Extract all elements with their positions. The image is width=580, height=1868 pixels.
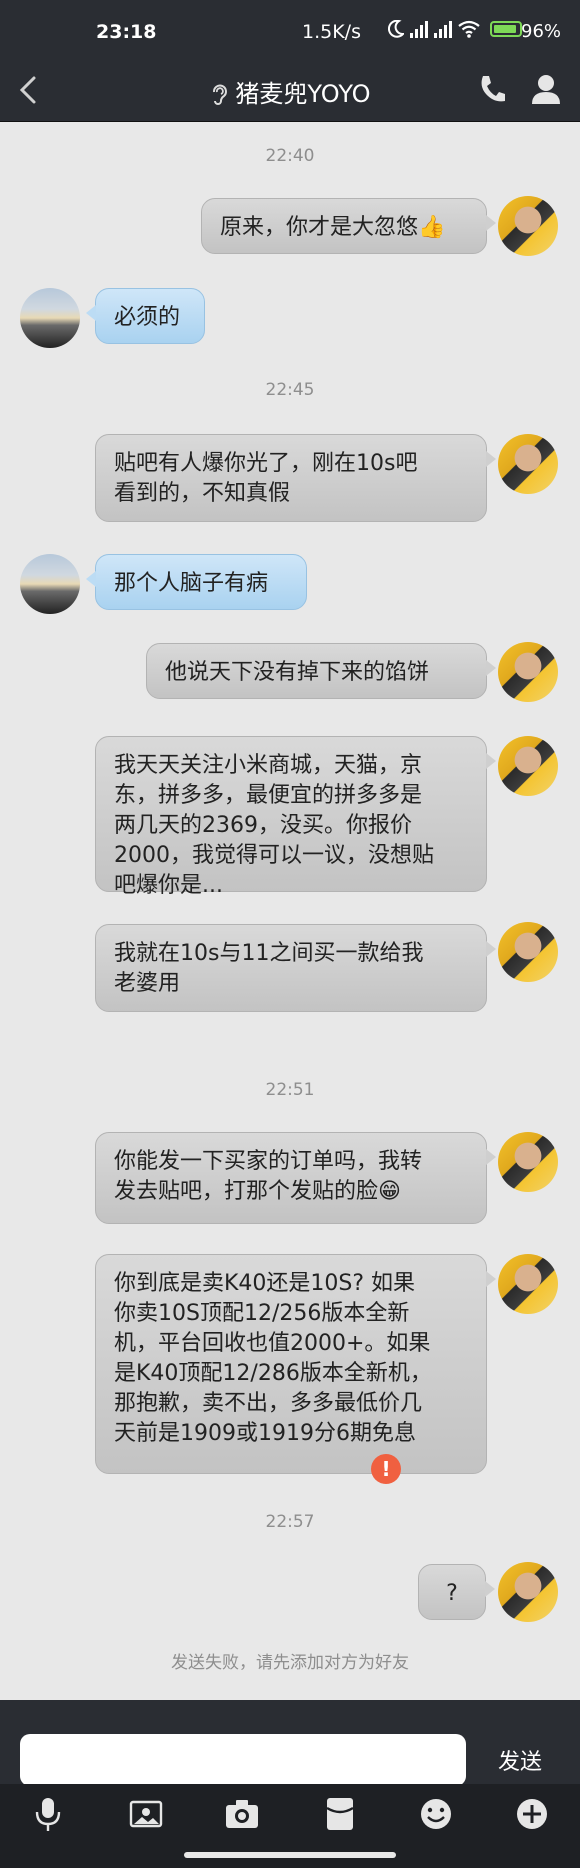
message-line: 2000，我觉得可以一议，没想贴 (114, 843, 434, 868)
message-bubble-me[interactable]: 你能发一下买家的订单吗，我转 发去贴吧，打那个发贴的脸😁 (95, 1132, 496, 1224)
send-button[interactable]: 发送 (476, 1734, 564, 1786)
message-bubble-me-failed[interactable]: ? (418, 1564, 495, 1620)
avatar-me[interactable] (498, 922, 558, 982)
home-indicator[interactable] (184, 1852, 396, 1858)
avatar-me[interactable] (498, 1132, 558, 1192)
phone-icon[interactable] (474, 70, 510, 108)
avatar-me[interactable] (498, 736, 558, 796)
thumbs-up-emoji: 👍 (418, 215, 446, 240)
message-bubble-me[interactable]: 贴吧有人爆你光了，刚在10s吧 看到的，不知真假 (95, 434, 496, 522)
plus-icon[interactable] (512, 1794, 552, 1834)
message-text: 他说天下没有掉下来的馅饼 (165, 660, 430, 685)
message-line: 那抱歉，卖不出，多多最低价几 (114, 1391, 423, 1416)
status-icons (388, 20, 522, 38)
message-text: 原来，你才是大忽悠 (220, 215, 419, 240)
avatar-contact[interactable] (20, 288, 80, 348)
status-time: 23:18 (96, 21, 157, 43)
message-line: 你卖10S顶配12/256版本全新 (114, 1301, 410, 1326)
message-bubble-me[interactable]: 你到底是卖K40还是10S? 如果 你卖10S顶配12/256版本全新 机，平台… (95, 1254, 496, 1474)
timestamp: 22:51 (265, 1080, 315, 1100)
message-line: 天前是1909或1919分6期免息 (114, 1421, 416, 1446)
grin-emoji: 😁 (378, 1179, 401, 1204)
message-text: 必须的 (114, 305, 181, 330)
signal-hd-icon (434, 20, 452, 38)
signal-hd-icon (410, 20, 428, 38)
person-icon[interactable] (528, 70, 564, 108)
message-bubble-me[interactable]: 原来，你才是大忽悠👍 (201, 198, 496, 254)
message-line: 你能发一下买家的订单吗，我转 (114, 1149, 423, 1174)
message-line: 你到底是卖K40还是10S? 如果 (114, 1271, 416, 1296)
message-line: 机，平台回收也值2000+。如果 (114, 1331, 431, 1356)
message-list[interactable]: 22:40 原来，你才是大忽悠👍 必须的 22:45 贴吧有人爆你光了，刚在10… (0, 122, 580, 1700)
avatar-me[interactable] (498, 1254, 558, 1314)
send-failed-icon[interactable]: ! (371, 1454, 401, 1484)
message-line: 两几天的2369，没买。你报价 (114, 813, 412, 838)
message-line: 发去贴吧，打那个发贴的脸 (114, 1179, 379, 1204)
emoji-icon[interactable] (416, 1794, 456, 1834)
message-bubble-contact[interactable]: 必须的 (86, 288, 205, 344)
timestamp: 22:45 (265, 380, 315, 400)
input-bar: 发送 (0, 1700, 580, 1786)
ear-icon[interactable] (209, 82, 229, 106)
avatar-me[interactable] (498, 196, 558, 256)
message-line: 看到的，不知真假 (114, 481, 291, 506)
message-line: 我天天关注小米商城，天猫，京 (114, 753, 423, 778)
battery-percent: 96% (521, 21, 562, 42)
red-packet-icon[interactable] (320, 1794, 360, 1834)
message-line: 东，拼多多，最便宜的拼多多是 (114, 783, 423, 808)
message-bubble-me[interactable]: 我天天关注小米商城，天猫，京 东，拼多多，最便宜的拼多多是 两几天的2369，没… (95, 736, 496, 898)
message-input[interactable] (20, 1734, 466, 1786)
timestamp: 22:40 (265, 146, 315, 166)
chat-header: 猪麦兜YOYO (0, 56, 580, 122)
battery-charging-icon (490, 21, 522, 37)
avatar-contact[interactable] (20, 554, 80, 614)
message-line: 吧爆你是... (114, 873, 223, 898)
status-bar: 23:18 1.5K/s 96% (0, 0, 580, 56)
message-text: ? (446, 1581, 458, 1606)
network-speed: 1.5K/s (302, 21, 361, 43)
timestamp: 22:57 (265, 1512, 315, 1532)
send-failed-notice: 发送失败，请先添加对方为好友 (171, 1653, 409, 1673)
message-bubble-contact[interactable]: 那个人脑子有病 (86, 554, 307, 610)
avatar-me[interactable] (498, 434, 558, 494)
message-line: 贴吧有人爆你光了，刚在10s吧 (114, 451, 418, 476)
chat-title: 猪麦兜YOYO (235, 80, 371, 108)
message-line: 是K40顶配12/286版本全新机， (114, 1361, 432, 1386)
image-icon[interactable] (126, 1794, 166, 1834)
avatar-me[interactable] (498, 642, 558, 702)
message-line: 老婆用 (114, 971, 181, 996)
message-bubble-me[interactable]: 他说天下没有掉下来的馅饼 (146, 643, 496, 699)
moon-icon (388, 20, 404, 38)
avatar-me[interactable] (498, 1562, 558, 1622)
wifi-icon (458, 20, 480, 38)
microphone-icon[interactable] (28, 1794, 68, 1834)
message-line: 我就在10s与11之间买一款给我 (114, 941, 424, 966)
camera-icon[interactable] (222, 1794, 262, 1834)
message-text: 那个人脑子有病 (114, 571, 269, 596)
message-bubble-me[interactable]: 我就在10s与11之间买一款给我 老婆用 (95, 924, 496, 1012)
